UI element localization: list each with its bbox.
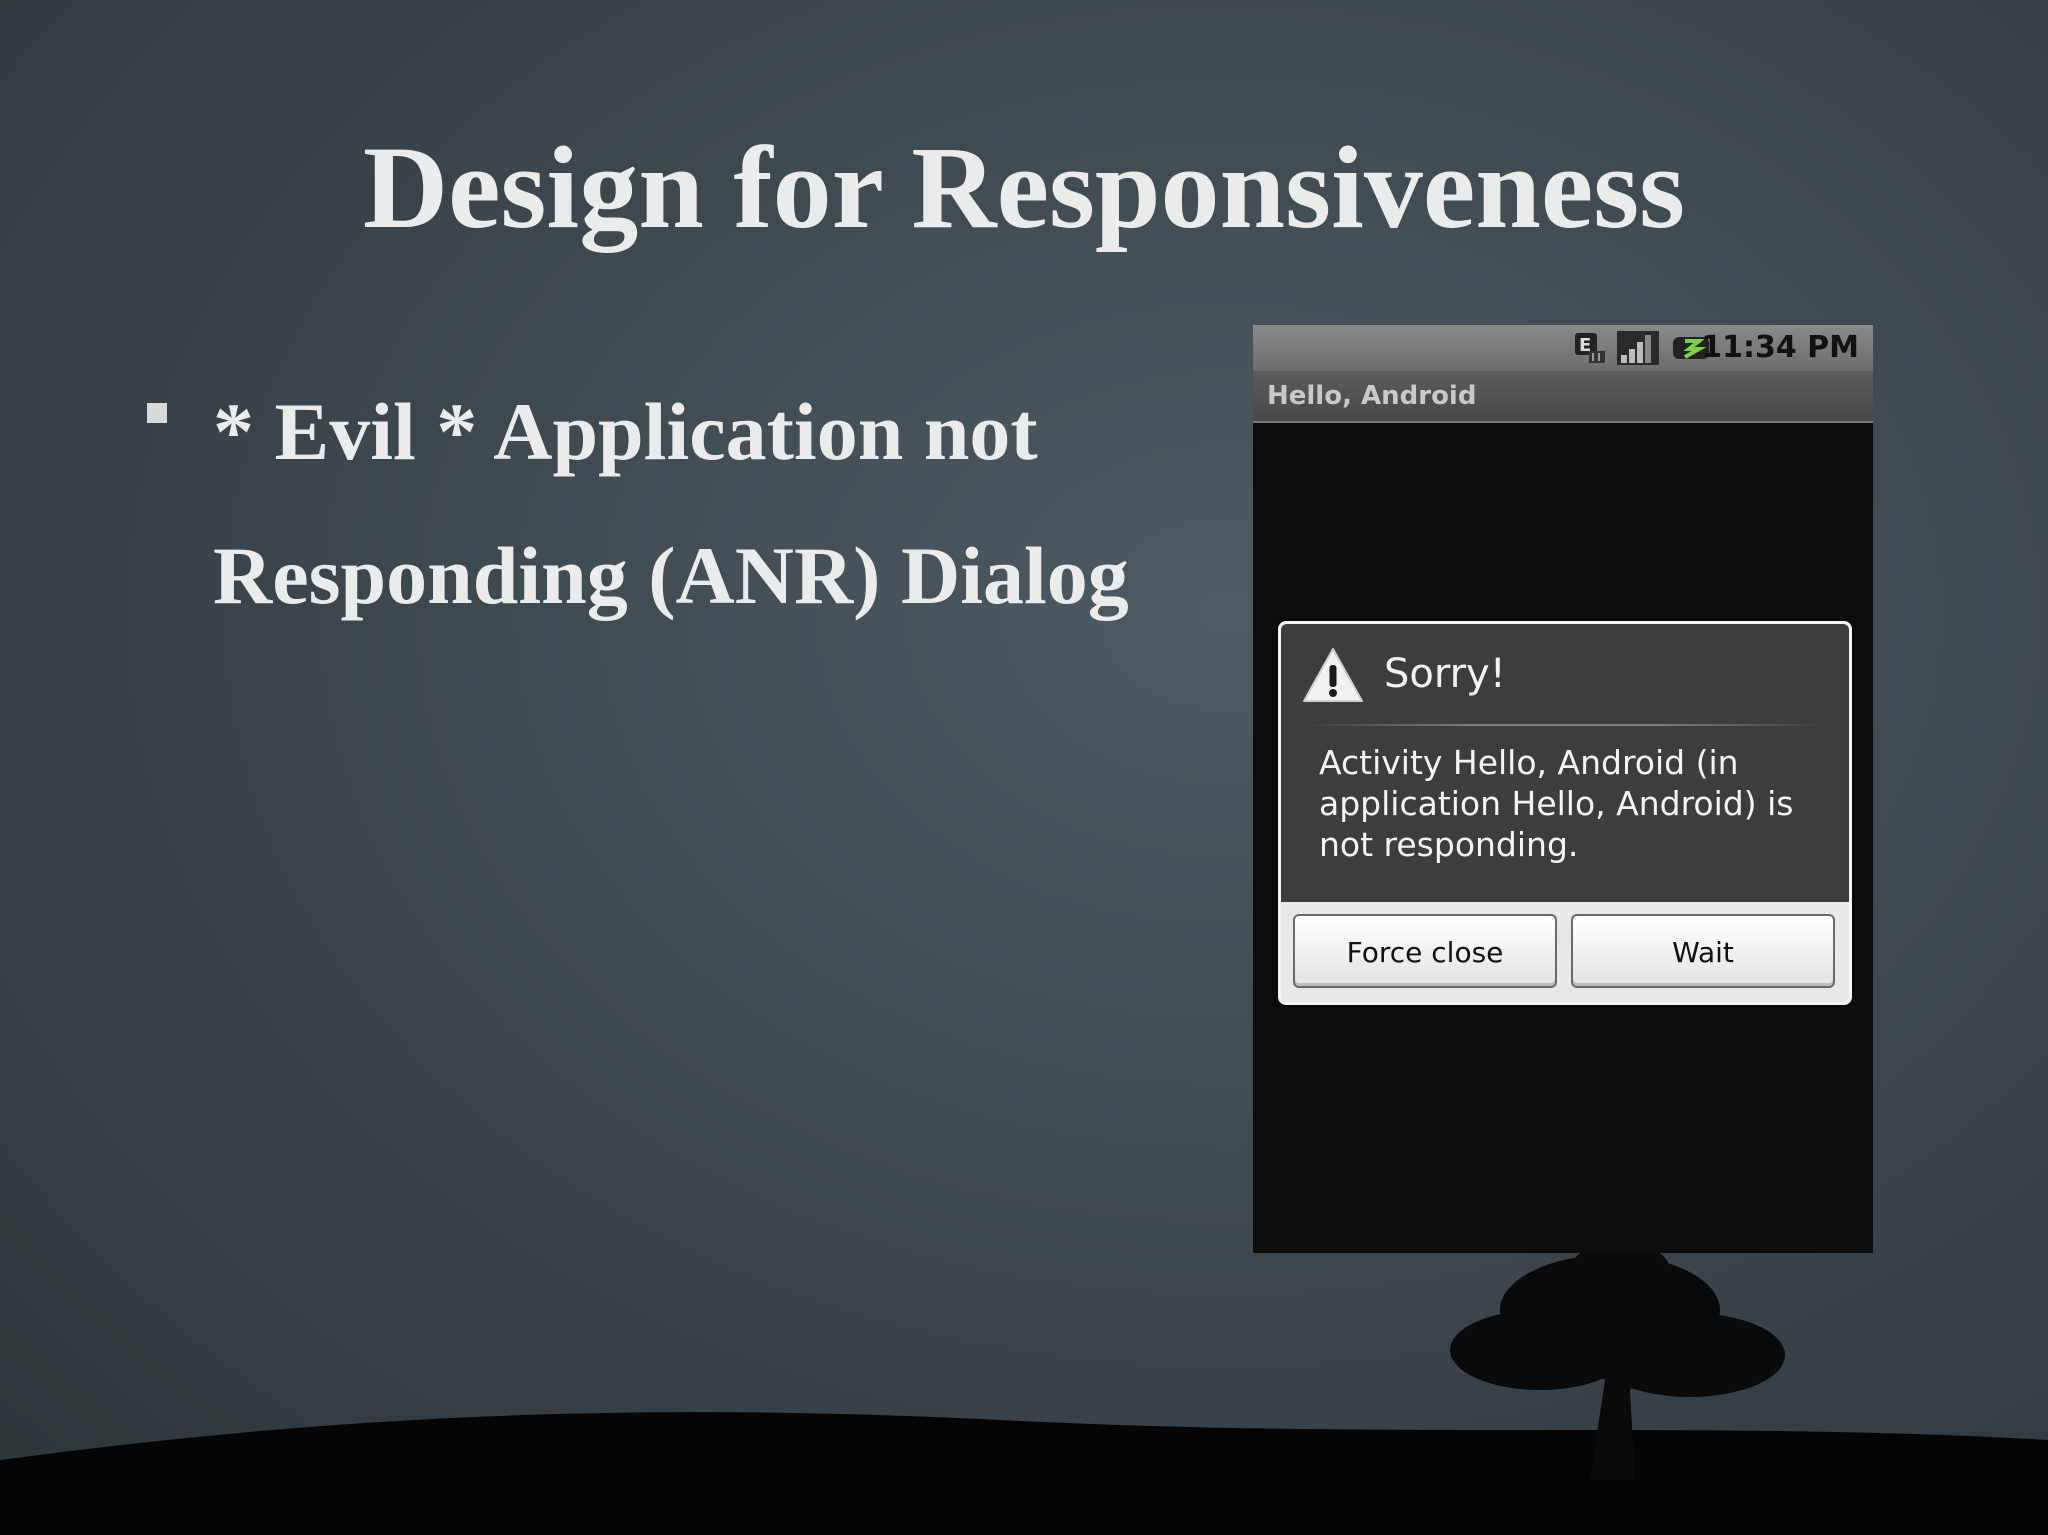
- dialog-divider: [1306, 724, 1824, 726]
- tree-silhouette: [1450, 1242, 1785, 1480]
- app-title: Hello, Android: [1267, 381, 1477, 411]
- edge-data-icon: E: [1575, 333, 1605, 363]
- status-time: 11:34 PM: [1701, 330, 1859, 365]
- status-bar: E 11:34 PM: [1253, 325, 1873, 371]
- android-screenshot: E 11:34 PM Hello, Android Sorry! Activit…: [1253, 325, 1873, 1253]
- signal-bars-icon: [1617, 331, 1659, 365]
- bullet-text: * Evil * Application not Responding (ANR…: [213, 386, 1129, 621]
- dialog-body: Sorry! Activity Hello, Android (in appli…: [1281, 624, 1849, 902]
- wait-button[interactable]: Wait: [1571, 914, 1835, 988]
- dialog-title: Sorry!: [1384, 651, 1506, 697]
- anr-dialog: Sorry! Activity Hello, Android (in appli…: [1278, 621, 1852, 1005]
- slide-title: Design for Responsiveness: [362, 122, 1686, 253]
- dialog-message: Activity Hello, Android (in application …: [1319, 743, 1794, 864]
- warning-icon: [1303, 648, 1363, 702]
- bullet-marker: [147, 403, 167, 423]
- app-title-bar: Hello, Android: [1253, 371, 1873, 423]
- force-close-button[interactable]: Force close: [1293, 914, 1557, 988]
